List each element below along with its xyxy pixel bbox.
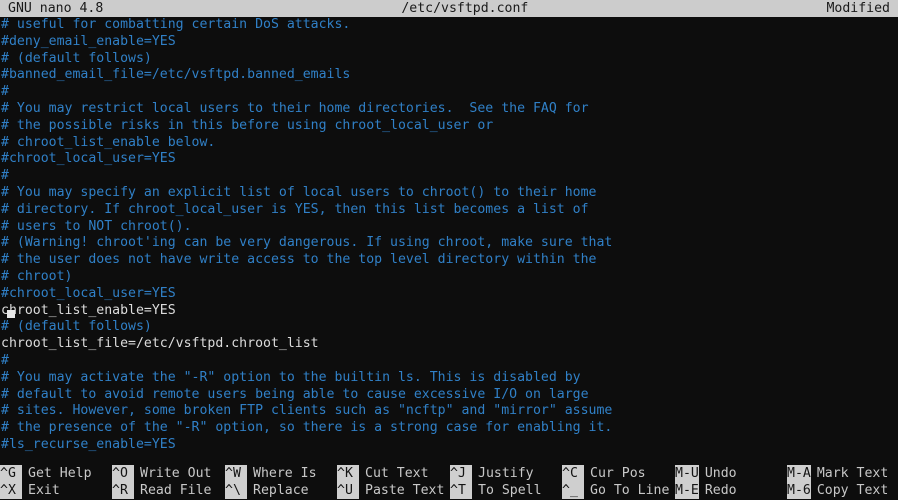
shortcut-key: ^U <box>337 482 359 499</box>
shortcut-exit[interactable]: ^X Exit <box>0 482 60 499</box>
editor-line[interactable]: #banned_email_file=/etc/vsftpd.banned_em… <box>0 67 898 84</box>
editor-line[interactable]: # default to avoid remote users being ab… <box>0 387 898 404</box>
shortcut-row-secondary: ^X Exit ^R Read File ^\ Replace ^U Paste Text ^T… <box>0 482 898 499</box>
shortcut-key: ^R <box>112 482 134 499</box>
shortcut-help-bar: ^G Get Help ^O Write Out ^W Where Is ^K Cut Tex… <box>0 463 898 500</box>
nano-terminal-window: GNU nano 4.8 /etc/vsftpd.conf Modified #… <box>0 0 898 500</box>
shortcut-cur-pos[interactable]: ^C Cur Pos <box>562 465 646 482</box>
editor-line[interactable]: # sites. However, some broken FTP client… <box>0 403 898 420</box>
editor-line[interactable]: # the possible risks in this before usin… <box>0 118 898 135</box>
shortcut-replace[interactable]: ^\ Replace <box>225 482 309 499</box>
shortcut-label: Read File <box>140 483 212 498</box>
editor-line[interactable]: # useful for combatting certain DoS atta… <box>0 17 898 34</box>
editor-line[interactable]: chroot_list_enable=YES <box>0 303 898 320</box>
shortcut-key: ^O <box>112 465 134 482</box>
shortcut-label: Exit <box>28 483 60 498</box>
shortcut-label: Cut Text <box>365 466 429 481</box>
shortcut-label: Undo <box>704 466 737 481</box>
shortcut-label: Get Help <box>28 466 92 481</box>
shortcut-undo[interactable]: M-U Undo <box>675 465 737 482</box>
shortcut-label: Write Out <box>140 466 212 481</box>
shortcut-to-spell[interactable]: ^T To Spell <box>450 482 542 499</box>
editor-line[interactable]: #chroot_local_user=YES <box>0 286 898 303</box>
text-cursor <box>7 310 15 318</box>
file-content-lines[interactable]: # useful for combatting certain DoS atta… <box>0 17 898 454</box>
shortcut-redo[interactable]: M-E Redo <box>675 482 737 499</box>
shortcut-key: ^J <box>450 465 472 482</box>
shortcut-label: Justify <box>478 466 534 481</box>
shortcut-label: Replace <box>253 483 309 498</box>
editor-line[interactable]: # (default follows) <box>0 319 898 336</box>
editor-line[interactable]: # <box>0 168 898 185</box>
shortcut-key: ^G <box>0 465 22 482</box>
editor-line[interactable]: # the presence of the "-R" option, so th… <box>0 420 898 437</box>
editor-line[interactable]: # <box>0 353 898 370</box>
open-filename-label: /etc/vsftpd.conf <box>401 1 529 16</box>
shortcut-paste-text[interactable]: ^U Paste Text <box>337 482 444 499</box>
shortcut-key: ^T <box>450 482 472 499</box>
shortcut-key: ^K <box>337 465 359 482</box>
shortcut-write-out[interactable]: ^O Write Out <box>112 465 211 482</box>
shortcut-key: ^C <box>562 465 584 482</box>
editor-line[interactable]: # chroot) <box>0 269 898 286</box>
editor-line[interactable]: # chroot_list_enable below. <box>0 135 898 152</box>
shortcut-mark-text[interactable]: M-A Mark Text <box>787 465 888 482</box>
shortcut-label: To Spell <box>478 483 542 498</box>
editor-line[interactable]: # <box>0 84 898 101</box>
editor-line[interactable]: chroot_list_file=/etc/vsftpd.chroot_list <box>0 336 898 353</box>
editor-line[interactable]: # (Warning! chroot'ing can be very dange… <box>0 235 898 252</box>
shortcut-key: ^_ <box>562 482 584 499</box>
editor-line[interactable]: # You may restrict local users to their … <box>0 101 898 118</box>
editor-line[interactable]: # You may specify an explicit list of lo… <box>0 185 898 202</box>
editor-version-label: GNU nano 4.8 <box>8 1 104 16</box>
editor-line[interactable]: # the user does not have write access to… <box>0 252 898 269</box>
shortcut-copy-text[interactable]: M-6 Copy Text <box>787 482 888 499</box>
editor-line[interactable]: # You may activate the "-R" option to th… <box>0 370 898 387</box>
editor-line[interactable]: # (default follows) <box>0 51 898 68</box>
shortcut-get-help[interactable]: ^G Get Help <box>0 465 92 482</box>
shortcut-row-primary: ^G Get Help ^O Write Out ^W Where Is ^K Cut Tex… <box>0 465 898 482</box>
shortcut-key: M-6 <box>787 482 811 499</box>
shortcut-label: Cur Pos <box>590 466 646 481</box>
shortcut-where-is[interactable]: ^W Where Is <box>225 465 317 482</box>
shortcut-key: M-U <box>675 465 699 482</box>
editor-line[interactable]: #ls_recurse_enable=YES <box>0 437 898 454</box>
shortcut-key: ^X <box>0 482 22 499</box>
shortcut-read-file[interactable]: ^R Read File <box>112 482 211 499</box>
editor-line[interactable]: #deny_email_enable=YES <box>0 34 898 51</box>
modified-status-label: Modified <box>826 1 890 16</box>
shortcut-key: ^\ <box>225 482 247 499</box>
shortcut-label: Go To Line <box>590 483 670 498</box>
shortcut-cut-text[interactable]: ^K Cut Text <box>337 465 429 482</box>
shortcut-label: Mark Text <box>816 466 889 481</box>
title-bar: GNU nano 4.8 /etc/vsftpd.conf Modified <box>0 0 898 17</box>
editor-line[interactable]: # users to NOT chroot(). <box>0 219 898 236</box>
shortcut-label: Redo <box>704 483 737 498</box>
editor-line[interactable]: # directory. If chroot_local_user is YES… <box>0 202 898 219</box>
shortcut-label: Where Is <box>253 466 317 481</box>
shortcut-key: M-A <box>787 465 811 482</box>
shortcut-key: M-E <box>675 482 699 499</box>
editor-line[interactable]: #chroot_local_user=YES <box>0 151 898 168</box>
shortcut-label: Paste Text <box>365 483 445 498</box>
shortcut-go-to-line[interactable]: ^_ Go To Line <box>562 482 669 499</box>
shortcut-justify[interactable]: ^J Justify <box>450 465 534 482</box>
shortcut-key: ^W <box>225 465 247 482</box>
shortcut-label: Copy Text <box>816 483 889 498</box>
text-editing-area[interactable]: # useful for combatting certain DoS atta… <box>0 17 898 463</box>
